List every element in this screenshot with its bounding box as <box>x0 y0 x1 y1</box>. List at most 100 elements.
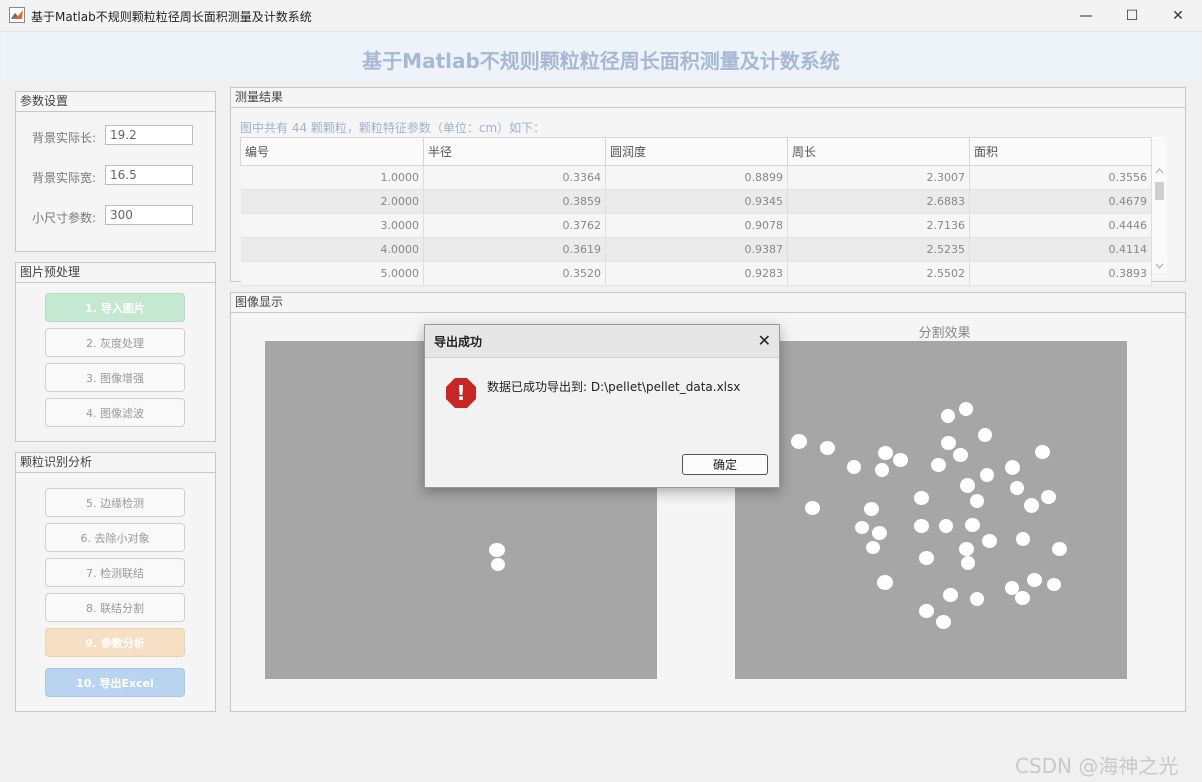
param-analysis-button[interactable]: 9. 参数分析 <box>45 628 185 657</box>
particle <box>820 441 835 455</box>
minimize-button[interactable]: — <box>1063 0 1109 31</box>
table-cell: 0.3859 <box>423 189 606 214</box>
col-header-perimeter[interactable]: 周长 <box>787 137 970 166</box>
table-cell: 0.9387 <box>605 237 788 262</box>
particle <box>936 615 951 629</box>
col-header-area[interactable]: 面积 <box>969 137 1152 166</box>
particle <box>959 402 973 416</box>
table-cell: 2.7136 <box>787 213 970 238</box>
particle <box>982 534 997 548</box>
table-row[interactable]: 3.0000 0.3762 0.9078 2.7136 0.4446 <box>240 213 1152 238</box>
import-image-button[interactable]: 1. 导入图片 <box>45 293 185 322</box>
window-title: 基于Matlab不规则颗粒粒径周长面积测量及计数系统 <box>31 10 312 24</box>
table-row[interactable]: 2.0000 0.3859 0.9345 2.6883 0.4679 <box>240 189 1152 214</box>
particle <box>961 556 975 570</box>
min-size-label: 小尺寸参数: <box>32 211 97 225</box>
bg-width-input[interactable]: 19.2 <box>105 125 193 145</box>
particle <box>970 592 984 606</box>
close-window-button[interactable]: ✕ <box>1155 0 1201 31</box>
particle <box>855 521 869 534</box>
segmented-image <box>735 341 1127 679</box>
particle <box>491 558 505 571</box>
table-cell: 2.5235 <box>787 237 970 262</box>
table-cell: 0.9345 <box>605 189 788 214</box>
maximize-button[interactable]: ☐ <box>1109 0 1155 31</box>
particle <box>893 453 908 467</box>
table-cell: 4.0000 <box>240 237 424 262</box>
particle <box>1015 591 1030 605</box>
app-title: 基于Matlab不规则颗粒粒径周长面积测量及计数系统 <box>362 49 840 73</box>
ok-button[interactable]: 确定 <box>682 454 768 475</box>
table-cell: 3.0000 <box>240 213 424 238</box>
analysis-panel: 颗粒识别分析 5. 边缘检测 6. 去除小对象 7. 检测联结 8. 联结分割 … <box>15 452 216 712</box>
particle <box>953 448 968 462</box>
grayscale-button[interactable]: 2. 灰度处理 <box>45 328 185 357</box>
filter-button[interactable]: 4. 图像滤波 <box>45 398 185 427</box>
particle <box>1005 460 1020 475</box>
table-cell: 0.9283 <box>605 261 788 286</box>
bg-height-input[interactable]: 16.5 <box>105 165 193 185</box>
particle <box>489 543 505 557</box>
particle <box>914 519 929 533</box>
col-header-radius[interactable]: 半径 <box>423 137 606 166</box>
right-image-caption: 分割效果 <box>918 326 971 341</box>
particle <box>1024 498 1039 513</box>
particle <box>941 409 955 423</box>
dialog-close-icon[interactable]: ✕ <box>758 331 771 350</box>
error-icon-glyph: ! <box>456 381 465 405</box>
particle <box>847 460 861 474</box>
results-table[interactable]: 编号 半径 圆润度 周长 面积 1.0000 0.3364 0.8899 2.3… <box>240 137 1152 286</box>
table-cell: 2.6883 <box>787 189 970 214</box>
table-cell: 0.3762 <box>423 213 606 238</box>
particle <box>1035 445 1050 459</box>
particle <box>872 526 887 540</box>
edge-detect-button[interactable]: 5. 边缘检测 <box>45 488 185 517</box>
watermark: CSDN @海神之光 <box>1015 754 1179 778</box>
table-header-row: 编号 半径 圆润度 周长 面积 <box>240 137 1152 166</box>
table-cell: 0.8899 <box>605 165 788 190</box>
col-header-id[interactable]: 编号 <box>240 137 424 166</box>
particle <box>943 588 958 602</box>
bg-height-label: 背景实际宽: <box>32 171 97 185</box>
particle <box>805 501 820 515</box>
params-panel-title: 参数设置 <box>16 92 215 112</box>
table-cell: 1.0000 <box>240 165 424 190</box>
dialog-header: 导出成功 ✕ <box>425 325 779 358</box>
table-cell: 0.3520 <box>423 261 606 286</box>
particle <box>1047 578 1061 591</box>
particle <box>1016 532 1030 546</box>
table-cell: 0.3364 <box>423 165 606 190</box>
detect-connect-button[interactable]: 7. 检测联结 <box>45 558 185 587</box>
min-size-input[interactable]: 300 <box>105 205 193 225</box>
image-display-title: 图像显示 <box>231 293 1185 313</box>
remove-small-button[interactable]: 6. 去除小对象 <box>45 523 185 552</box>
table-cell: 2.5502 <box>787 261 970 286</box>
col-header-roundness[interactable]: 圆润度 <box>605 137 788 166</box>
table-row[interactable]: 4.0000 0.3619 0.9387 2.5235 0.4114 <box>240 237 1152 262</box>
dialog-message: 数据已成功导出到: D:\pellet\pellet_data.xlsx <box>487 380 741 394</box>
export-excel-button[interactable]: 10. 导出Excel <box>45 668 185 697</box>
params-panel: 参数设置 背景实际长: 19.2 背景实际宽: 16.5 小尺寸参数: 300 <box>15 91 216 252</box>
particle <box>866 541 880 554</box>
particle <box>919 604 934 618</box>
particle <box>931 458 946 472</box>
particle <box>1027 573 1042 587</box>
particle <box>1010 481 1024 495</box>
results-summary: 图中共有 44 颗颗粒，颗粒特征参数（单位：cm）如下： <box>240 121 546 135</box>
scrollbar-arrows-icon <box>1155 168 1164 269</box>
results-panel-title: 测量结果 <box>231 88 1185 108</box>
table-row[interactable]: 5.0000 0.3520 0.9283 2.5502 0.3893 <box>240 261 1152 286</box>
enhance-button[interactable]: 3. 图像增强 <box>45 363 185 392</box>
export-success-dialog: 导出成功 ✕ ! 数据已成功导出到: D:\pellet\pellet_data… <box>424 324 780 488</box>
dialog-title: 导出成功 <box>434 335 483 349</box>
particle <box>980 468 994 482</box>
particle <box>1041 490 1056 504</box>
table-cell: 0.4114 <box>969 237 1152 262</box>
split-connect-button[interactable]: 8. 联结分割 <box>45 593 185 622</box>
particle <box>1052 542 1067 556</box>
table-row[interactable]: 1.0000 0.3364 0.8899 2.3007 0.3556 <box>240 165 1152 190</box>
particle <box>970 494 984 508</box>
particle <box>978 428 992 442</box>
table-scrollbar[interactable] <box>1151 137 1167 273</box>
bg-width-label: 背景实际长: <box>32 131 97 145</box>
